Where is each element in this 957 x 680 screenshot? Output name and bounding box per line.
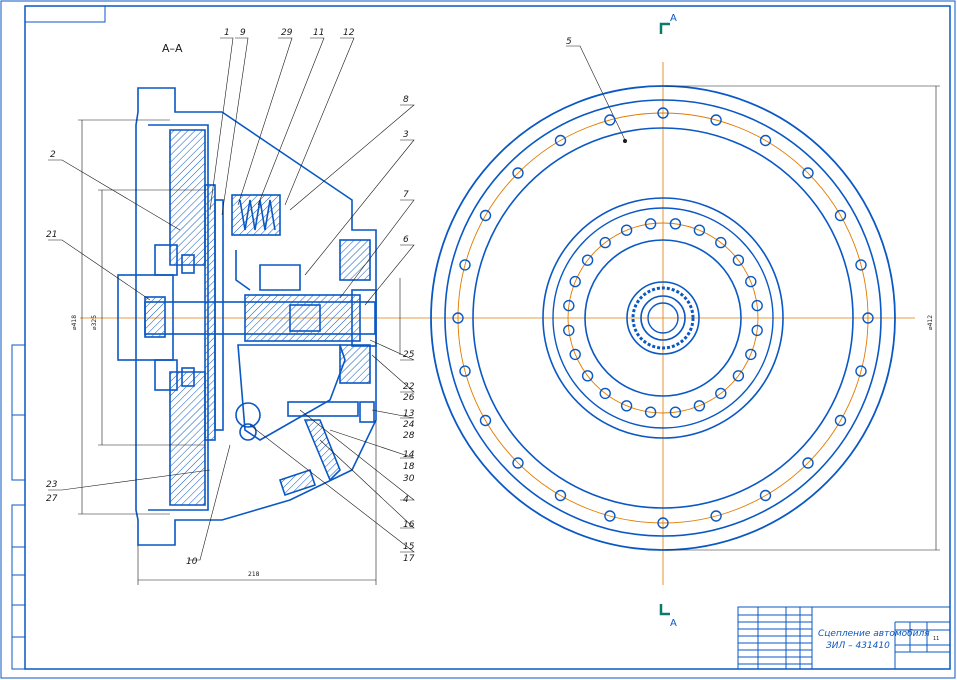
callout-right-1: 3 xyxy=(403,130,409,140)
section-mark-bottom-letter: А xyxy=(670,618,677,629)
section-label: А–А xyxy=(162,42,183,55)
top-left-stamp xyxy=(24,5,106,23)
callout-right-12: 30 xyxy=(403,474,415,484)
section-view xyxy=(80,87,420,546)
callout-top-0: 1 xyxy=(224,28,230,38)
dim-plan-diameter: ⌀412 xyxy=(927,315,934,330)
callout-left-0: 2 xyxy=(50,150,56,160)
callout-top-1: 9 xyxy=(240,28,246,38)
callout-right-4: 25 xyxy=(403,350,415,360)
callout-plan: 5 xyxy=(566,37,572,47)
callout-top-3: 11 xyxy=(313,28,324,38)
left-margin-strips xyxy=(11,344,26,670)
callout-right-11: 18 xyxy=(403,462,415,472)
callout-right-16: 17 xyxy=(403,554,415,564)
drawing-sheet: ⌀418 ⌀325 218 А–А 1 9 29 11 12 8 3 7 6 2… xyxy=(0,0,956,679)
callout-left-2: 23 xyxy=(46,480,58,490)
callout-right-14: 16 xyxy=(403,520,415,530)
callout-right-15: 15 xyxy=(403,542,415,552)
plan-view xyxy=(420,62,915,585)
callout-top-4: 12 xyxy=(343,28,355,38)
callout-right-0: 8 xyxy=(403,95,409,105)
section-marker-top xyxy=(659,22,670,34)
callout-right-7: 13 xyxy=(403,409,415,419)
callout-right-3: 6 xyxy=(403,235,409,245)
section-mark-top-letter: А xyxy=(670,13,677,24)
callout-left-1: 21 xyxy=(46,230,57,240)
callout-right-2: 7 xyxy=(403,190,409,200)
callout-bottom: 10 xyxy=(186,557,198,567)
callout-right-10: 14 xyxy=(403,450,415,460)
callout-right-13: 4 xyxy=(403,495,409,505)
dim-outer-diameter: ⌀418 xyxy=(71,315,78,330)
section-marker-bottom xyxy=(659,604,670,616)
dim-inner-diameter: ⌀325 xyxy=(91,315,98,330)
callout-right-9: 28 xyxy=(403,431,415,441)
callout-right-5: 22 xyxy=(403,382,415,392)
title-line-1: Сцепление автомобиля xyxy=(818,629,930,639)
callout-left-3: 27 xyxy=(46,494,58,504)
sheet-count: 11 xyxy=(933,636,939,642)
callout-right-8: 24 xyxy=(403,420,415,430)
callout-top-2: 29 xyxy=(281,28,293,38)
callout-right-6: 26 xyxy=(403,393,415,403)
dim-width: 218 xyxy=(248,571,260,578)
title-line-2: ЗИЛ – 431410 xyxy=(826,641,890,651)
outer-frame xyxy=(0,0,956,679)
